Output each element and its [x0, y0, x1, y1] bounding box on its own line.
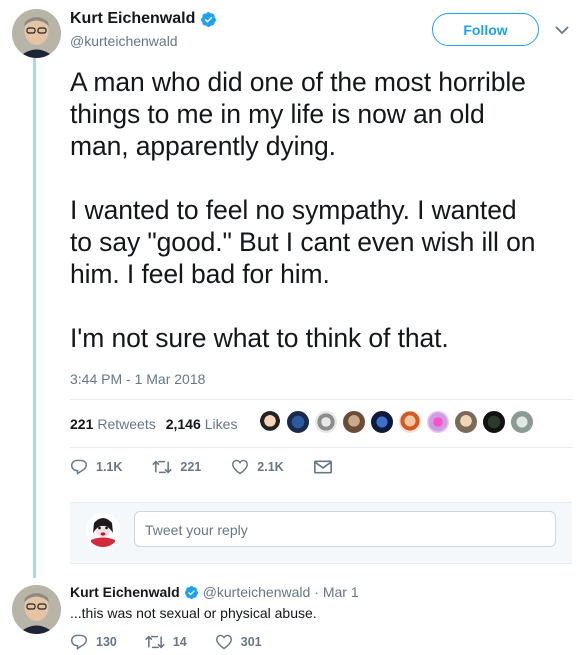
liker-avatar[interactable]: [454, 410, 478, 434]
thread-line: [33, 58, 36, 578]
display-name[interactable]: Kurt Eichenwald: [70, 584, 180, 600]
heart-icon: [215, 634, 232, 650]
avatar[interactable]: [12, 9, 61, 58]
direct-message-button[interactable]: [313, 460, 340, 474]
reply-tweet-actions: 130 14 301: [70, 634, 290, 650]
verified-badge-icon: [200, 11, 217, 28]
retweet-button[interactable]: 14: [145, 634, 187, 650]
retweet-icon: [145, 635, 165, 649]
tweet-stats: 221 Retweets 2,146 Likes: [70, 416, 247, 432]
like-button[interactable]: 2.1K: [231, 459, 284, 475]
current-user-avatar[interactable]: [86, 513, 120, 547]
envelope-icon: [313, 460, 332, 474]
retweets-stat[interactable]: 221 Retweets: [70, 416, 156, 432]
liker-avatar[interactable]: [510, 410, 534, 434]
divider: [70, 399, 573, 400]
retweet-icon: [152, 460, 173, 474]
author-handle[interactable]: @kurteichenwald: [70, 33, 178, 49]
likers-avatar-strip: [258, 410, 538, 434]
liker-avatar[interactable]: [370, 410, 394, 434]
reply-input[interactable]: Tweet your reply: [134, 511, 556, 547]
display-name[interactable]: Kurt Eichenwald: [70, 10, 195, 28]
retweet-button[interactable]: 221: [152, 459, 201, 475]
liker-avatar[interactable]: [258, 410, 282, 434]
liker-avatar[interactable]: [286, 410, 310, 434]
tweet-paragraph: I'm not sure what to think of that.: [70, 323, 449, 353]
tweet-actions: 1.1K 221 2.1K: [70, 459, 370, 475]
follow-button[interactable]: Follow: [432, 13, 539, 46]
verified-badge-icon: [184, 585, 199, 600]
reply-icon: [70, 634, 88, 650]
avatar[interactable]: [12, 585, 61, 634]
reply-date[interactable]: · Mar 1: [314, 584, 358, 600]
likes-stat[interactable]: 2,146 Likes: [166, 416, 238, 432]
liker-avatar[interactable]: [314, 410, 338, 434]
tweet-paragraph: A man who did one of the most horrible t…: [70, 67, 526, 161]
tweet-text: A man who did one of the most horrible t…: [70, 66, 575, 354]
author-handle[interactable]: @kurteichenwald: [203, 584, 311, 600]
reply-button[interactable]: 130: [70, 634, 117, 650]
liker-avatar[interactable]: [342, 410, 366, 434]
liker-avatar[interactable]: [398, 410, 422, 434]
reply-tweet-header: Kurt Eichenwald @kurteichenwald · Mar 1: [70, 584, 359, 600]
reply-tweet-text: ...this was not sexual or physical abuse…: [70, 605, 317, 621]
tweet-timestamp[interactable]: 3:44 PM - 1 Mar 2018: [70, 371, 205, 387]
chevron-down-icon[interactable]: [555, 22, 569, 40]
liker-avatar[interactable]: [482, 410, 506, 434]
reply-icon: [70, 459, 88, 475]
heart-icon: [232, 459, 249, 475]
author-name-row: Kurt Eichenwald: [70, 10, 217, 28]
reply-button[interactable]: 1.1K: [70, 459, 122, 475]
like-button[interactable]: 301: [215, 634, 262, 650]
liker-avatar[interactable]: [426, 410, 450, 434]
tweet-paragraph: I wanted to feel no sympathy. I wanted t…: [70, 195, 536, 289]
divider: [70, 447, 573, 448]
